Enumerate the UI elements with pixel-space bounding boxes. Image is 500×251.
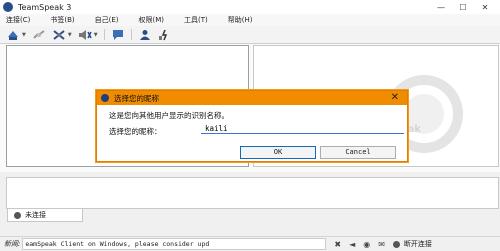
- menu-bookmarks[interactable]: 书签(B): [50, 15, 74, 25]
- toolbar-separator: [130, 29, 132, 40]
- menu-help[interactable]: 帮助(H): [228, 15, 253, 25]
- menu-bar: 连接(C) 书签(B) 自己(E) 权限(M) 工具(T) 帮助(H): [0, 14, 500, 26]
- mute-dropdown-icon[interactable]: ▼: [94, 32, 98, 38]
- away-icon: [53, 29, 65, 40]
- window-title: TeamSpeak 3: [18, 2, 72, 12]
- away-button[interactable]: ▼: [52, 28, 72, 41]
- connect-dropdown-icon[interactable]: ▼: [22, 32, 26, 38]
- menu-permissions[interactable]: 权限(M): [139, 15, 165, 25]
- speaker-icon[interactable]: ◄: [349, 240, 355, 249]
- tab-label: 未连接: [25, 211, 46, 219]
- title-bar: TeamSpeak 3 — ☐ ✕: [0, 0, 500, 14]
- close-button[interactable]: ✕: [474, 3, 496, 12]
- mute-button[interactable]: ▼: [78, 28, 98, 41]
- dialog-description: 这是您向其他用户显示的识别名称。: [109, 111, 229, 120]
- connection-status-icon: [392, 240, 400, 248]
- toolbar-separator: [103, 29, 105, 40]
- chat-icon: [112, 29, 123, 40]
- connect-button[interactable]: ▼: [6, 28, 26, 41]
- record-icon[interactable]: ◉: [363, 240, 370, 249]
- disconnect-button[interactable]: [32, 28, 46, 41]
- nickname-label: 选择您的昵称：: [109, 127, 162, 136]
- window-controls: — ☐ ✕: [430, 0, 496, 14]
- dialog-close-button[interactable]: ✕: [391, 92, 399, 103]
- ok-button[interactable]: OK: [240, 146, 316, 159]
- nickname-input[interactable]: [201, 123, 404, 134]
- menu-self[interactable]: 自己(E): [95, 15, 119, 25]
- contacts-button[interactable]: [138, 28, 152, 41]
- news-ticker[interactable]: eamSpeak Client on Windows, please consi…: [22, 238, 327, 250]
- dialog-title-bar: 选择您的昵称 ✕: [97, 91, 407, 105]
- mute-speakers-icon: [78, 29, 92, 40]
- status-bar: 新闻: eamSpeak Client on Windows, please c…: [0, 236, 500, 251]
- cancel-button[interactable]: Cancel: [320, 146, 396, 159]
- menu-connections[interactable]: 连接(C): [6, 15, 30, 25]
- chat-log-panel[interactable]: [6, 177, 499, 209]
- menu-tools[interactable]: 工具(T): [184, 15, 208, 25]
- tab-server[interactable]: 未连接: [7, 208, 83, 222]
- whisper-button[interactable]: [158, 28, 172, 41]
- nickname-dialog: 选择您的昵称 ✕ 这是您向其他用户显示的识别名称。 选择您的昵称： OK Can…: [96, 90, 408, 162]
- disconnect-icon: [33, 29, 45, 39]
- minimize-button[interactable]: —: [430, 3, 452, 12]
- chat-button[interactable]: [111, 28, 125, 41]
- maximize-button[interactable]: ☐: [452, 3, 474, 12]
- chat-bubble-icon[interactable]: ✉: [378, 240, 385, 249]
- dialog-title: 选择您的昵称: [114, 93, 159, 103]
- toolbar: ▼ ▼ ▼: [0, 26, 500, 44]
- contacts-icon: [139, 29, 150, 40]
- microphone-muted-icon[interactable]: ✖: [334, 240, 341, 249]
- connect-icon: [8, 30, 18, 40]
- connection-status-text: 断开连接: [403, 240, 432, 248]
- teamspeak-dialog-icon: [101, 94, 109, 102]
- teamspeak-app-icon: [3, 2, 13, 12]
- whisper-icon: [158, 29, 167, 40]
- status-icon: [14, 211, 21, 219]
- away-dropdown-icon[interactable]: ▼: [68, 32, 72, 38]
- news-label: 新闻:: [4, 240, 21, 248]
